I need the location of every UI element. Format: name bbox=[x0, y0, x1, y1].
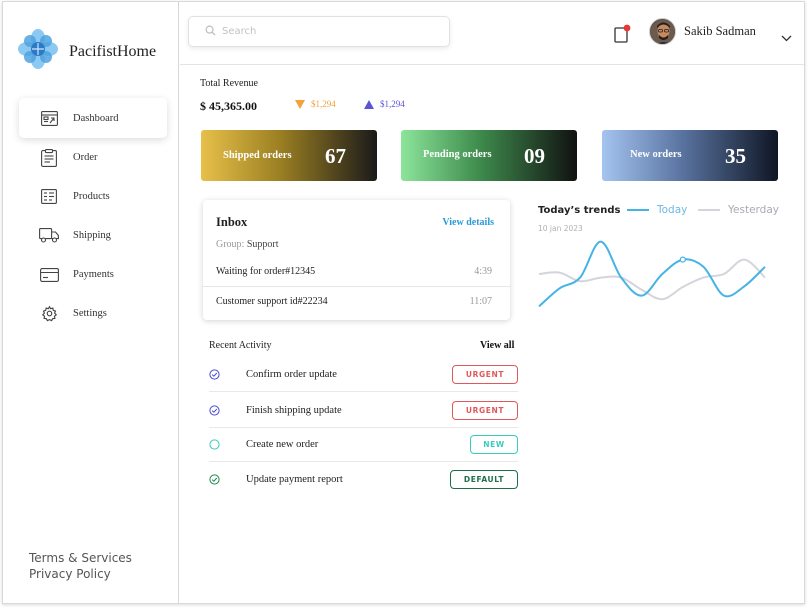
revenue-up-indicator: $1,294 bbox=[364, 99, 405, 109]
card-value: 09 bbox=[524, 144, 545, 168]
user-menu[interactable]: Sakib Sadman bbox=[649, 18, 756, 45]
series-line-yesterday bbox=[538, 258, 766, 301]
trends-chart bbox=[538, 240, 766, 308]
top-bar: Sakib Sadman bbox=[180, 2, 806, 65]
sidebar-item-payments[interactable]: Payments bbox=[19, 255, 167, 294]
order-clipboard-icon bbox=[39, 148, 59, 168]
legend-today: Today bbox=[627, 204, 687, 216]
avatar bbox=[649, 18, 676, 45]
brand[interactable]: PacifistHome bbox=[17, 28, 156, 75]
check-circle-icon[interactable] bbox=[209, 405, 220, 416]
sidebar-nav: Dashboard Order Products Shipping Paymen… bbox=[19, 98, 167, 333]
search-icon bbox=[205, 23, 216, 41]
sidebar-item-order[interactable]: Order bbox=[19, 138, 167, 177]
inbox-group: Group: Support bbox=[216, 239, 279, 250]
activity-label: Update payment report bbox=[246, 473, 343, 485]
sidebar-item-label: Settings bbox=[73, 308, 107, 319]
truck-icon bbox=[39, 226, 59, 246]
user-name: Sakib Sadman bbox=[684, 24, 756, 38]
products-list-icon bbox=[39, 187, 59, 207]
sidebar-item-label: Products bbox=[73, 191, 110, 202]
trends-date: 10 jan 2023 bbox=[538, 224, 583, 233]
sidebar-item-dashboard[interactable]: Dashboard bbox=[19, 98, 167, 138]
inbox-row-time: 11:07 bbox=[469, 296, 492, 307]
activity-row: Create new order NEW bbox=[209, 428, 518, 462]
check-circle-icon[interactable] bbox=[209, 473, 220, 485]
status-badge[interactable]: DEFAULT bbox=[450, 469, 518, 489]
sidebar-footer: Terms & Services Privacy Policy bbox=[29, 550, 132, 582]
revenue-down-indicator: $1,294 bbox=[295, 99, 336, 109]
inbox-group-value: Support bbox=[246, 239, 279, 250]
card-label: Pending orders bbox=[423, 149, 492, 160]
sidebar-item-label: Order bbox=[73, 152, 98, 163]
credit-card-icon bbox=[39, 265, 59, 285]
search-box[interactable] bbox=[188, 16, 450, 47]
revenue-value: $ 45,365.00 bbox=[200, 99, 257, 113]
legend-yesterday-swatch bbox=[698, 209, 720, 211]
recent-activity-title: Recent Activity bbox=[209, 340, 272, 351]
triangle-down-icon bbox=[295, 99, 305, 109]
activity-label: Confirm order update bbox=[246, 369, 337, 380]
legend-yesterday-label: Yesterday bbox=[728, 204, 779, 216]
trends-title: Today’s trends bbox=[538, 205, 621, 216]
card-label: Shipped orders bbox=[223, 150, 292, 161]
privacy-link[interactable]: Privacy Policy bbox=[29, 566, 132, 582]
empty-circle-icon[interactable] bbox=[209, 439, 220, 450]
sidebar-item-label: Shipping bbox=[73, 230, 111, 241]
revenue-title: Total Revenue bbox=[200, 78, 258, 89]
revenue-up-value: $1,294 bbox=[380, 99, 405, 109]
inbox-row-time: 4:39 bbox=[474, 265, 492, 277]
status-badge[interactable]: URGENT bbox=[452, 365, 518, 384]
activity-row: Update payment report DEFAULT bbox=[209, 462, 518, 496]
inbox-title: Inbox bbox=[216, 215, 248, 229]
gear-icon bbox=[39, 304, 59, 324]
view-all-link[interactable]: View all bbox=[480, 340, 514, 351]
check-circle-icon[interactable] bbox=[209, 369, 220, 380]
dashboard-icon bbox=[39, 108, 59, 128]
pending-orders-card[interactable]: Pending orders 09 bbox=[401, 130, 577, 181]
activity-label: Create new order bbox=[246, 439, 319, 450]
card-label: New orders bbox=[630, 149, 682, 160]
card-value: 35 bbox=[725, 144, 746, 168]
flower-logo-icon bbox=[17, 28, 59, 75]
sidebar-item-label: Payments bbox=[73, 269, 114, 280]
sidebar-item-settings[interactable]: Settings bbox=[19, 294, 167, 333]
legend-today-swatch bbox=[627, 209, 649, 211]
chevron-down-icon[interactable] bbox=[781, 29, 792, 47]
inbox-row-text: Waiting for order#12345 bbox=[216, 265, 316, 277]
card-value: 67 bbox=[325, 144, 346, 168]
triangle-up-icon bbox=[364, 99, 374, 109]
search-input[interactable] bbox=[222, 26, 442, 37]
status-badge[interactable]: URGENT bbox=[452, 401, 518, 420]
activity-label: Finish shipping update bbox=[246, 405, 342, 416]
view-details-link[interactable]: View details bbox=[442, 217, 494, 228]
legend-yesterday: Yesterday bbox=[698, 204, 779, 216]
terms-link[interactable]: Terms & Services bbox=[29, 550, 132, 566]
shipped-orders-card[interactable]: Shipped orders 67 bbox=[201, 130, 377, 181]
inbox-row[interactable]: Customer support id#22234 11:07 bbox=[203, 286, 510, 316]
activity-row: Finish shipping update URGENT bbox=[209, 394, 518, 428]
activity-row: Confirm order update URGENT bbox=[209, 358, 518, 392]
new-orders-card[interactable]: New orders 35 bbox=[602, 130, 778, 181]
status-badge[interactable]: NEW bbox=[470, 435, 518, 454]
inbox-row[interactable]: Waiting for order#12345 4:39 bbox=[203, 256, 510, 286]
notification-button[interactable] bbox=[614, 24, 631, 43]
sidebar-item-shipping[interactable]: Shipping bbox=[19, 216, 167, 255]
inbox-panel: Inbox View details Group: Support Waitin… bbox=[203, 200, 510, 320]
inbox-group-label: Group: bbox=[216, 239, 245, 250]
app-window: PacifistHome Dashboard Order Products Sh… bbox=[2, 1, 806, 604]
sidebar: PacifistHome Dashboard Order Products Sh… bbox=[3, 2, 179, 603]
sidebar-item-label: Dashboard bbox=[73, 112, 119, 124]
notification-icon bbox=[614, 24, 631, 43]
series-point-marker bbox=[679, 256, 686, 263]
brand-name: PacifistHome bbox=[69, 42, 157, 60]
legend-today-label: Today bbox=[657, 204, 688, 216]
inbox-row-text: Customer support id#22234 bbox=[216, 296, 328, 307]
sidebar-item-products[interactable]: Products bbox=[19, 177, 167, 216]
revenue-down-value: $1,294 bbox=[311, 99, 336, 109]
